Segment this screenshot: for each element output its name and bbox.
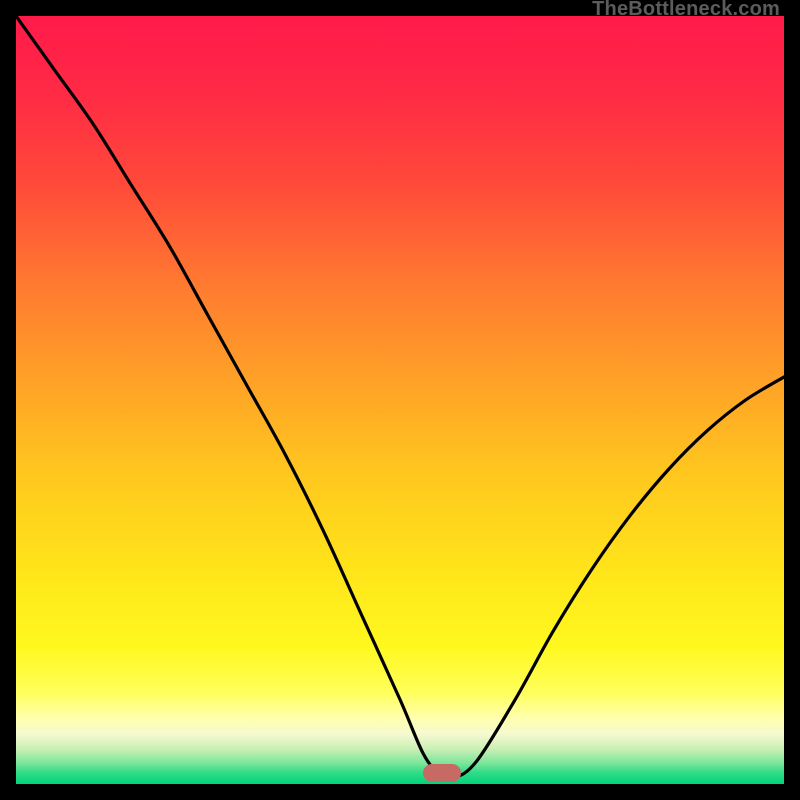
plot-area <box>16 16 784 784</box>
chart-frame: TheBottleneck.com <box>0 0 800 800</box>
bottleneck-curve <box>16 16 784 784</box>
watermark-text: TheBottleneck.com <box>592 0 780 21</box>
minimum-marker <box>423 764 461 782</box>
